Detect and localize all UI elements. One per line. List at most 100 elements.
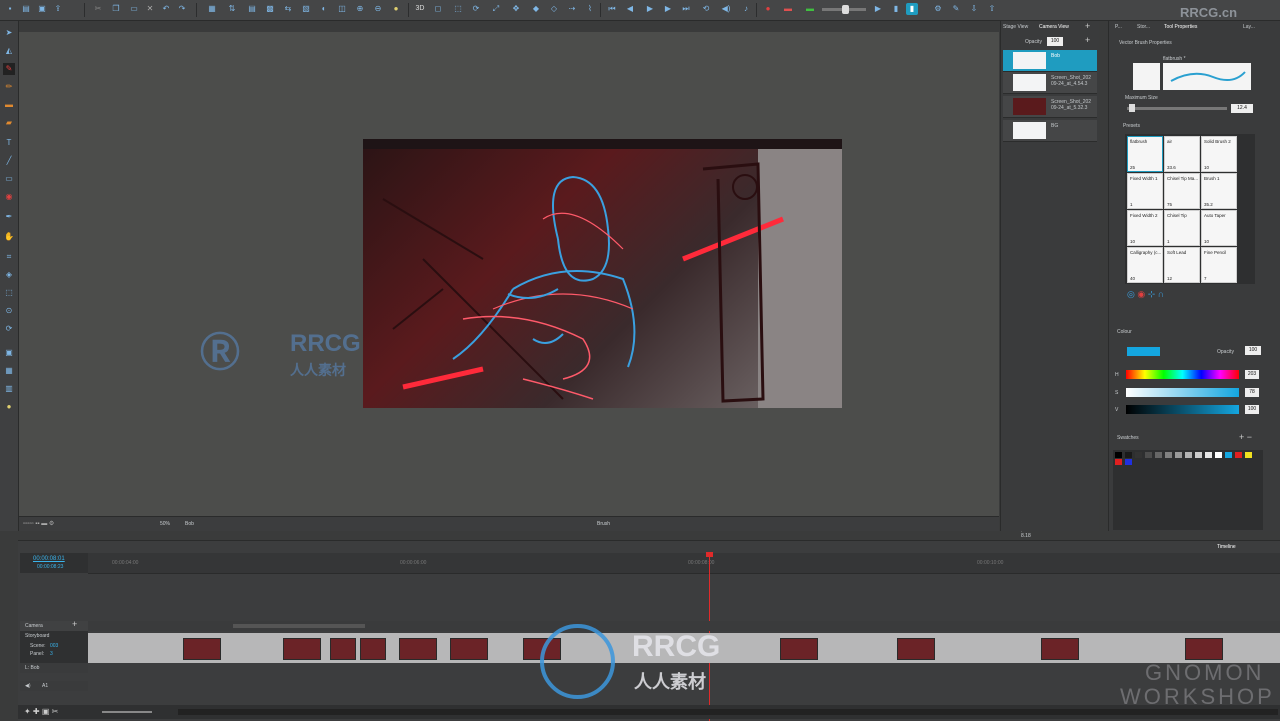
layer-row-screenshot-1[interactable]: Screen_Shot_2023-09-24_at_4.54.3: [1003, 72, 1097, 94]
preset-fixed-width-2[interactable]: Fixed Width 2 10: [1127, 210, 1163, 246]
panel-thumbnail[interactable]: [399, 638, 437, 660]
preset-air[interactable]: air 33.6: [1164, 136, 1200, 172]
colour-swatch[interactable]: [1215, 452, 1222, 458]
tab-camera-view[interactable]: Camera View: [1039, 24, 1069, 30]
redo-icon[interactable]: ↷: [176, 3, 188, 15]
layer-row-bg[interactable]: BG: [1003, 120, 1097, 142]
zoom-in-icon[interactable]: ⊕: [354, 3, 366, 15]
max-size-slider-handle[interactable]: [1129, 104, 1135, 112]
preset-flatbrush[interactable]: flatbrush 25: [1127, 136, 1163, 172]
value-slider[interactable]: [1126, 405, 1239, 414]
colour-swatch[interactable]: [1125, 452, 1132, 458]
scene-value[interactable]: 003: [50, 643, 58, 649]
s-input[interactable]: 78: [1245, 388, 1259, 397]
first-frame-icon[interactable]: ⏮: [606, 3, 618, 15]
preset-calligraphy[interactable]: Calligraphy (c... 40: [1127, 247, 1163, 283]
contour-tool-icon[interactable]: ◭: [3, 45, 15, 57]
export-icon[interactable]: ⇪: [52, 3, 64, 15]
preset-auto-taper[interactable]: Auto Taper 10: [1201, 210, 1237, 246]
rotate-view-icon[interactable]: ⟳: [3, 323, 15, 335]
timeline-tools-icons[interactable]: ✦ ✚ ▣ ✂: [24, 707, 58, 716]
preset-fixed-width-1[interactable]: Fixed Width 11: [1127, 173, 1163, 209]
tab-stage-view[interactable]: Stage View: [1003, 24, 1028, 30]
next-frame-icon[interactable]: ▶: [662, 3, 674, 15]
current-colour-swatch[interactable]: [1127, 347, 1160, 356]
add-layer-icon[interactable]: +: [1085, 35, 1090, 45]
hue-slider[interactable]: [1126, 370, 1239, 379]
idea-icon[interactable]: ●: [3, 401, 15, 413]
stroke-icons[interactable]: ◎ ◉ ⊹ ∩: [1127, 289, 1164, 300]
tab-tool-properties[interactable]: Tool Properties: [1164, 24, 1197, 30]
fill-tool-icon[interactable]: ◉: [3, 191, 15, 203]
colour-swatch[interactable]: [1125, 459, 1132, 465]
export-movie-icon[interactable]: ⇩: [968, 3, 980, 15]
timeline-tab[interactable]: Timeline: [1217, 544, 1236, 550]
panel-thumbnail[interactable]: [780, 638, 818, 660]
opacity-input[interactable]: 100: [1047, 37, 1063, 46]
open-icon[interactable]: ▤: [20, 3, 32, 15]
3d-icon[interactable]: 3D: [414, 3, 426, 15]
timeline-zoom-slider[interactable]: [102, 711, 152, 713]
eyedropper-tool-icon[interactable]: ✒: [3, 211, 15, 223]
eraser-tool-icon[interactable]: ▬: [3, 99, 15, 111]
cut-icon[interactable]: ✂: [92, 3, 104, 15]
settings-icon[interactable]: ⚙: [932, 3, 944, 15]
play-icon[interactable]: ▶: [644, 3, 656, 15]
rectangle-tool-icon[interactable]: ▭: [3, 173, 15, 185]
flip-icon[interactable]: ⇆: [282, 3, 294, 15]
colour-swatch[interactable]: [1175, 452, 1182, 458]
align-icon[interactable]: ⇅: [226, 3, 238, 15]
add-view-icon[interactable]: +: [1085, 21, 1090, 31]
record-icon[interactable]: ●: [762, 3, 774, 15]
camera-pan-icon[interactable]: ⬚: [3, 287, 15, 299]
clip-icon[interactable]: ▮: [890, 3, 902, 15]
red-line-icon[interactable]: ▬: [782, 3, 794, 15]
panel-thumbnail[interactable]: [1185, 638, 1223, 660]
panel-thumbnail[interactable]: [897, 638, 935, 660]
camera-key-icon[interactable]: ◇: [548, 3, 560, 15]
panel-thumbnail[interactable]: [183, 638, 221, 660]
camera-track-range[interactable]: [233, 624, 365, 628]
colour-swatch[interactable]: [1195, 452, 1202, 458]
h-input[interactable]: 203: [1245, 370, 1259, 379]
grid-icon[interactable]: ▤: [246, 3, 258, 15]
volume-slider-handle[interactable]: [842, 5, 849, 14]
sound-icon[interactable]: ◀): [720, 3, 732, 15]
colour-swatch[interactable]: [1145, 452, 1152, 458]
view-icon[interactable]: ◫: [336, 3, 348, 15]
tab-storyboard[interactable]: Stor...: [1137, 24, 1150, 30]
add-swatch-icon[interactable]: + −: [1239, 432, 1252, 442]
colour-opacity-input[interactable]: 100: [1245, 346, 1261, 355]
tab-layer[interactable]: Lay...: [1243, 24, 1255, 30]
undo-icon[interactable]: ↶: [160, 3, 172, 15]
panel-thumbnail[interactable]: [450, 638, 488, 660]
play-forward-icon[interactable]: ▶: [872, 3, 884, 15]
pan-icon[interactable]: ✥: [510, 3, 522, 15]
layer-row-screenshot-2[interactable]: Screen_Shot_2023-09-24_at_5.32.3: [1003, 96, 1097, 118]
prev-frame-icon[interactable]: ◀: [624, 3, 636, 15]
new-icon[interactable]: ▪: [4, 3, 16, 15]
colour-swatch[interactable]: [1115, 452, 1122, 458]
speaker-icon[interactable]: ◀): [25, 683, 31, 689]
copy-icon[interactable]: ❐: [110, 3, 122, 15]
preset-brush-1[interactable]: Brush 1 35.2: [1201, 173, 1237, 209]
paint-tool-icon[interactable]: ▰: [3, 117, 15, 129]
colour-swatch[interactable]: [1135, 452, 1142, 458]
saturation-slider[interactable]: [1126, 388, 1239, 397]
last-frame-icon[interactable]: ⏭: [680, 3, 692, 15]
colour-swatch[interactable]: [1185, 452, 1192, 458]
zoom-readout[interactable]: 50%: [160, 521, 170, 527]
motion-icon[interactable]: ⇢: [566, 3, 578, 15]
add-scene-icon[interactable]: ▦: [3, 365, 15, 377]
add-camera-key-icon[interactable]: +: [72, 619, 77, 629]
current-time[interactable]: 00:00:08:01: [33, 556, 65, 562]
brush-stroke-preview[interactable]: [1163, 63, 1251, 90]
hand-tool-icon[interactable]: ✋: [3, 231, 15, 243]
frame-icon[interactable]: ▩: [264, 3, 276, 15]
playhead-handle[interactable]: [706, 552, 713, 557]
colour-swatch[interactable]: [1155, 452, 1162, 458]
loop-icon[interactable]: ⟲: [700, 3, 712, 15]
colour-swatch[interactable]: [1225, 452, 1232, 458]
preset-soft-lead[interactable]: Soft Lead 12: [1164, 247, 1200, 283]
zoom-tool-icon[interactable]: ⊙: [3, 305, 15, 317]
